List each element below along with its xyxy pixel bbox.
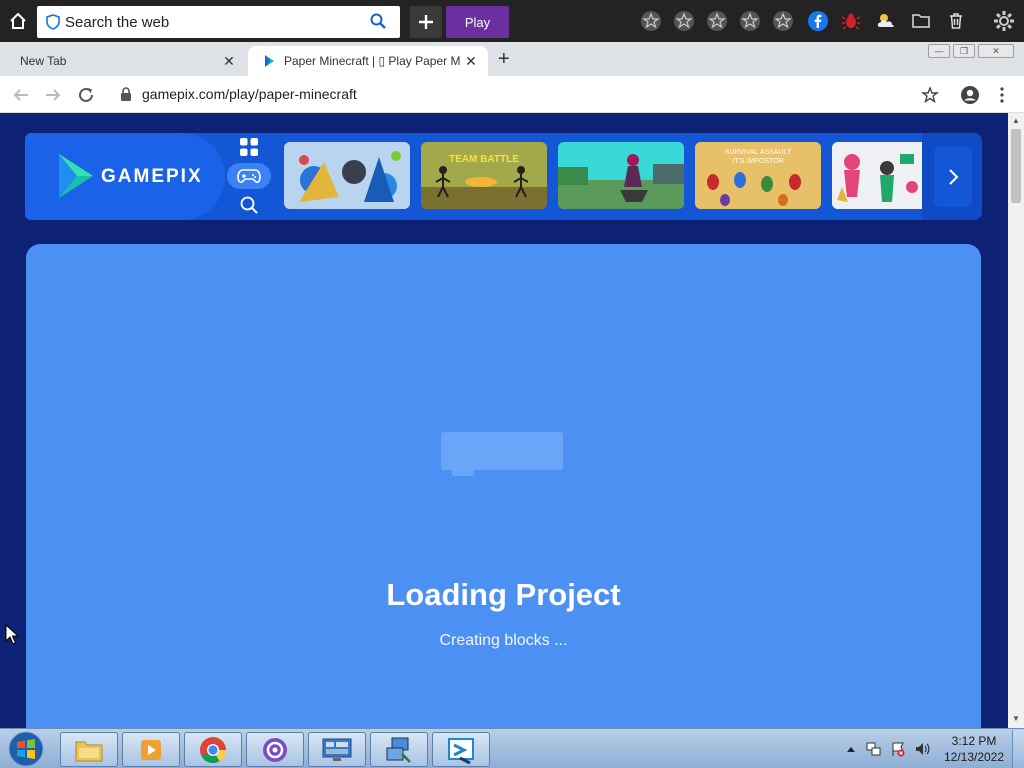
top-toolbar: Play bbox=[0, 0, 1024, 42]
game-thumbnail[interactable]: SURVIVAL ASSAULT IT'S IMPOSTOR bbox=[695, 142, 821, 209]
loading-status: Creating blocks ... bbox=[439, 632, 568, 649]
gamepix-logo-icon bbox=[59, 154, 93, 198]
game-thumbnail[interactable] bbox=[558, 142, 684, 209]
clock-date: 12/13/2022 bbox=[943, 750, 1005, 764]
start-button[interactable] bbox=[6, 731, 46, 767]
mouse-cursor-icon bbox=[5, 624, 19, 645]
plus-icon bbox=[419, 15, 433, 29]
tab-title: New Tab bbox=[20, 54, 67, 68]
new-tab-button[interactable]: + bbox=[498, 48, 510, 71]
folder-icon bbox=[75, 741, 103, 761]
facebook-icon[interactable] bbox=[806, 9, 830, 33]
gear-icon[interactable] bbox=[992, 9, 1016, 33]
trash-icon[interactable] bbox=[944, 9, 968, 33]
close-icon[interactable]: ✕ bbox=[464, 54, 478, 68]
file-explorer-button[interactable] bbox=[60, 732, 118, 767]
url-field[interactable]: gamepix.com/play/paper-minecraft bbox=[142, 86, 357, 102]
svg-text:IT'S IMPOSTOR: IT'S IMPOSTOR bbox=[732, 158, 783, 165]
star-icon[interactable] bbox=[771, 9, 795, 33]
control-panel-icon bbox=[322, 738, 352, 761]
game-thumbnail[interactable] bbox=[284, 142, 410, 209]
svg-text:SURVIVAL ASSAULT: SURVIVAL ASSAULT bbox=[725, 149, 792, 156]
tab-new-tab[interactable]: New Tab ✕ bbox=[0, 46, 246, 76]
gamepix-nav bbox=[225, 133, 275, 220]
scroll-up-icon[interactable]: ▲ bbox=[1012, 116, 1020, 125]
network-icon[interactable] bbox=[864, 729, 884, 768]
network-app-button[interactable] bbox=[370, 732, 428, 767]
search-box bbox=[37, 6, 400, 38]
star-icon[interactable] bbox=[738, 9, 762, 33]
star-icon[interactable] bbox=[672, 9, 696, 33]
close-icon[interactable]: ✕ bbox=[222, 54, 236, 68]
app-button[interactable] bbox=[246, 732, 304, 767]
close-window-button[interactable]: ✕ bbox=[978, 44, 1014, 58]
game-frame[interactable]: Loading Project Creating blocks ... bbox=[26, 244, 981, 728]
gamepix-logo-text: GAMEPIX bbox=[101, 166, 203, 187]
menu-icon[interactable] bbox=[991, 84, 1013, 106]
play-button[interactable]: Play bbox=[446, 6, 509, 38]
back-icon[interactable] bbox=[10, 84, 32, 106]
home-icon[interactable] bbox=[4, 6, 32, 36]
scroll-down-icon[interactable]: ▼ bbox=[1012, 714, 1020, 723]
svg-text:TEAM BATTLE: TEAM BATTLE bbox=[449, 154, 519, 165]
weather-icon[interactable] bbox=[874, 9, 898, 33]
remote-icon bbox=[448, 737, 474, 764]
folder-icon[interactable] bbox=[909, 9, 933, 33]
star-icon[interactable] bbox=[705, 9, 729, 33]
volume-icon[interactable] bbox=[912, 729, 932, 768]
tab-strip: New Tab ✕ Paper Minecraft | ▯ Play Paper… bbox=[0, 42, 1024, 76]
bug-icon[interactable] bbox=[839, 9, 863, 33]
add-button[interactable] bbox=[410, 6, 442, 38]
computer-icon bbox=[386, 737, 411, 763]
tab-paper-minecraft[interactable]: Paper Minecraft | ▯ Play Paper M ✕ bbox=[248, 46, 488, 76]
show-desktop-button[interactable] bbox=[1012, 730, 1024, 768]
chrome-button[interactable] bbox=[184, 732, 242, 767]
grid-icon[interactable] bbox=[227, 134, 271, 160]
minimize-button[interactable]: — bbox=[928, 44, 950, 58]
gamepix-favicon-icon bbox=[265, 55, 274, 67]
chrome-icon bbox=[200, 736, 227, 763]
page-scrollbar[interactable]: ▲ ▼ bbox=[1008, 113, 1024, 728]
star-icon[interactable] bbox=[639, 9, 663, 33]
search-icon[interactable] bbox=[227, 192, 271, 218]
restore-button[interactable]: ❐ bbox=[953, 44, 975, 58]
clock-time: 3:12 PM bbox=[951, 734, 997, 748]
page-content: GAMEPIX TEAM BATTLE SURVIVAL ASSAULT IT'… bbox=[0, 113, 1008, 728]
gamepix-header: GAMEPIX TEAM BATTLE SURVIVAL ASSAULT IT'… bbox=[25, 133, 982, 220]
circle-app-icon bbox=[263, 737, 287, 762]
tray-expand-icon[interactable] bbox=[844, 729, 858, 768]
gamepad-icon[interactable] bbox=[227, 163, 271, 189]
chevron-right-icon[interactable] bbox=[934, 147, 972, 207]
loading-title: Loading Project bbox=[386, 577, 621, 612]
loading-block-notch bbox=[452, 470, 474, 476]
reload-icon[interactable] bbox=[75, 84, 97, 106]
control-panel-button[interactable] bbox=[308, 732, 366, 767]
profile-icon[interactable] bbox=[959, 84, 981, 106]
bookmark-star-icon[interactable] bbox=[919, 84, 941, 106]
lock-icon[interactable] bbox=[120, 87, 132, 101]
media-player-button[interactable] bbox=[122, 732, 180, 767]
windows-logo-icon bbox=[8, 731, 44, 767]
carousel-next bbox=[922, 133, 982, 220]
game-thumbnail[interactable] bbox=[832, 142, 922, 209]
search-icon[interactable] bbox=[370, 13, 386, 29]
tab-title: Paper Minecraft | ▯ Play Paper M bbox=[284, 54, 461, 68]
taskbar: 3:12 PM 12/13/2022 bbox=[0, 728, 1024, 768]
loading-block-icon bbox=[441, 432, 563, 470]
shield-icon bbox=[46, 14, 60, 30]
forward-icon[interactable] bbox=[42, 84, 64, 106]
scroll-thumb[interactable] bbox=[1011, 129, 1021, 203]
remote-app-button[interactable] bbox=[432, 732, 490, 767]
media-player-icon bbox=[141, 739, 161, 760]
game-thumbnail[interactable]: TEAM BATTLE bbox=[421, 142, 547, 209]
flag-icon[interactable] bbox=[888, 729, 908, 768]
gamepix-logo[interactable]: GAMEPIX bbox=[25, 133, 225, 220]
address-bar: gamepix.com/play/paper-minecraft bbox=[0, 76, 1024, 113]
search-input[interactable] bbox=[65, 13, 355, 31]
clock[interactable]: 3:12 PM 12/13/2022 bbox=[938, 733, 1010, 765]
